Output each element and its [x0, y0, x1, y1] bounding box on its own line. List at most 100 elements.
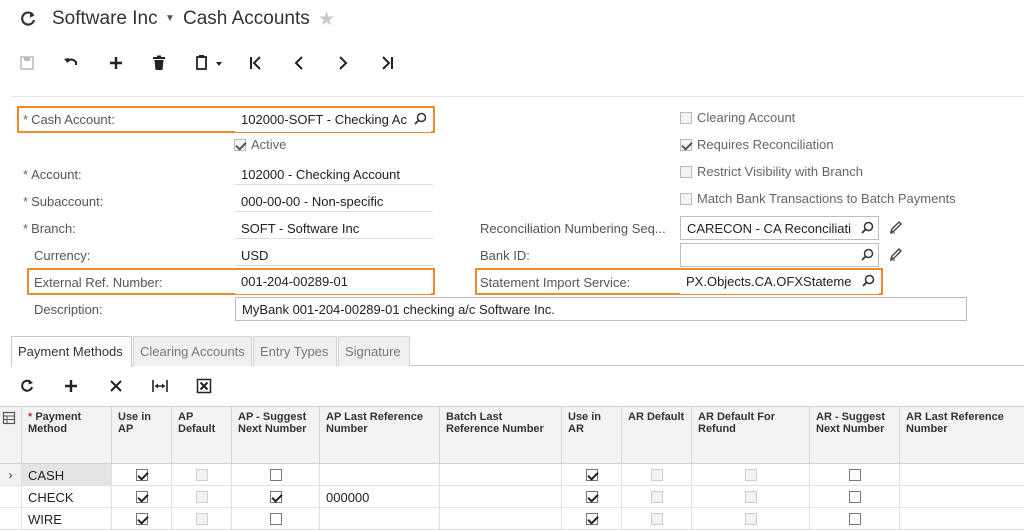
checkbox[interactable] — [848, 512, 861, 525]
bank-id-selector[interactable] — [680, 243, 879, 267]
clearing-account-checkbox[interactable]: Clearing Account — [680, 110, 795, 125]
active-check[interactable] — [234, 138, 246, 151]
tab-signature[interactable]: Signature — [338, 336, 410, 366]
header-ap-last-ref[interactable]: AP Last Reference Number — [320, 407, 440, 464]
currency-value[interactable]: USD — [235, 244, 433, 266]
cell-payment-method[interactable]: CASH — [22, 464, 112, 486]
add-row-icon[interactable] — [61, 376, 81, 396]
tab-clearing-accounts[interactable]: Clearing Accounts — [133, 336, 252, 366]
header-ap-default[interactable]: AP Default — [172, 407, 232, 464]
cell-use-in-ar[interactable] — [562, 464, 622, 486]
cell-use-in-ap[interactable] — [112, 464, 172, 486]
description-field[interactable]: MyBank 001-204-00289-01 checking a/c Sof… — [235, 297, 967, 321]
statement-import-selector[interactable]: PX.Objects.CA.OFXStateme — [680, 270, 879, 294]
cell-batch-last-ref[interactable] — [440, 486, 562, 508]
row-selector[interactable] — [0, 486, 22, 508]
previous-record-icon[interactable] — [288, 52, 310, 74]
favorite-star-icon[interactable]: ★ — [318, 8, 335, 31]
cell-batch-last-ref[interactable] — [440, 464, 562, 486]
external-ref-field[interactable]: 001-204-00289-01 — [235, 270, 431, 294]
search-icon[interactable] — [861, 221, 874, 237]
save-icon[interactable] — [16, 52, 38, 74]
cell-ap-last-ref[interactable] — [320, 464, 440, 486]
cell-batch-last-ref[interactable] — [440, 508, 562, 530]
refresh-icon[interactable] — [18, 9, 38, 29]
header-ar-default[interactable]: AR Default — [622, 407, 692, 464]
cell-ap-last-ref[interactable] — [320, 508, 440, 530]
header-ar-last-ref[interactable]: AR Last Reference Number — [900, 407, 1024, 464]
header-use-in-ar[interactable]: Use in AR — [562, 407, 622, 464]
cell-ar-suggest-next[interactable] — [810, 486, 900, 508]
checkbox[interactable] — [585, 468, 598, 481]
copy-paste-icon[interactable] — [192, 52, 226, 74]
match-bank-checkbox[interactable]: Match Bank Transactions to Batch Payment… — [680, 191, 956, 206]
checkbox[interactable] — [269, 512, 282, 525]
cell-use-in-ap[interactable] — [112, 486, 172, 508]
cell-ar-suggest-next[interactable] — [810, 464, 900, 486]
header-use-in-ap[interactable]: Use in AP — [112, 407, 172, 464]
cell-ar-suggest-next[interactable] — [810, 508, 900, 530]
tab-entry-types[interactable]: Entry Types — [253, 336, 337, 366]
subaccount-value[interactable]: 000-00-00 - Non-specific — [235, 190, 433, 212]
search-icon[interactable] — [862, 274, 875, 290]
cell-ap-suggest-next[interactable] — [232, 486, 320, 508]
header-batch-last-ref[interactable]: Batch Last Reference Number — [440, 407, 562, 464]
cell-use-in-ap[interactable] — [112, 508, 172, 530]
cell-ap-suggest-next[interactable] — [232, 464, 320, 486]
edit-pencil-icon[interactable] — [889, 247, 905, 263]
checkbox[interactable] — [848, 468, 861, 481]
column-settings[interactable] — [0, 407, 22, 464]
branch-value[interactable]: SOFT - Software Inc — [235, 217, 433, 239]
restrict-visibility-checkbox[interactable]: Restrict Visibility with Branch — [680, 164, 863, 179]
checkbox[interactable] — [135, 468, 148, 481]
cash-account-selector[interactable]: 102000-SOFT - Checking Ac — [235, 108, 431, 132]
requires-reconciliation-checkbox[interactable]: Requires Reconciliation — [680, 137, 834, 152]
checkbox[interactable] — [585, 490, 598, 503]
header-ar-default-refund[interactable]: AR Default For Refund — [692, 407, 810, 464]
checkbox[interactable] — [585, 512, 598, 525]
cell-ar-last-ref[interactable] — [900, 508, 1024, 530]
search-icon[interactable] — [414, 112, 427, 128]
header-ar-suggest-next[interactable]: AR - Suggest Next Number — [810, 407, 900, 464]
cell-ap-last-ref[interactable]: 000000 — [320, 486, 440, 508]
restrict-visibility-check[interactable] — [680, 165, 692, 178]
cell-use-in-ar[interactable] — [562, 508, 622, 530]
delete-row-icon[interactable] — [106, 376, 126, 396]
undo-icon[interactable] — [60, 52, 82, 74]
checkbox[interactable] — [848, 490, 861, 503]
add-icon[interactable] — [105, 52, 127, 74]
cell-payment-method[interactable]: CHECK — [22, 486, 112, 508]
cell-ar-last-ref[interactable] — [900, 464, 1024, 486]
cell-use-in-ar[interactable] — [562, 486, 622, 508]
tab-payment-methods[interactable]: Payment Methods — [11, 336, 132, 367]
checkbox[interactable] — [135, 490, 148, 503]
fit-columns-icon[interactable] — [150, 376, 170, 396]
next-record-icon[interactable] — [332, 52, 354, 74]
company-selector[interactable]: Software Inc — [52, 8, 158, 30]
checkbox[interactable] — [135, 512, 148, 525]
row-selector-icon[interactable]: › — [0, 464, 22, 486]
delete-icon[interactable] — [148, 52, 170, 74]
chevron-down-icon[interactable]: ▼ — [165, 13, 175, 24]
clearing-account-check[interactable] — [680, 111, 692, 124]
account-value[interactable]: 102000 - Checking Account — [235, 163, 433, 185]
cell-payment-method[interactable]: WIRE — [22, 508, 112, 530]
export-excel-icon[interactable] — [194, 376, 214, 396]
requires-reconciliation-check[interactable] — [680, 138, 692, 151]
header-ap-suggest-next[interactable]: AP - Suggest Next Number — [232, 407, 320, 464]
column-settings-icon[interactable] — [2, 411, 16, 428]
last-record-icon[interactable] — [376, 52, 398, 74]
checkbox[interactable] — [269, 468, 282, 481]
cell-ap-suggest-next[interactable] — [232, 508, 320, 530]
header-payment-method[interactable]: * Payment Method — [22, 407, 112, 464]
first-record-icon[interactable] — [245, 52, 267, 74]
match-bank-check[interactable] — [680, 192, 692, 205]
active-checkbox[interactable]: Active — [234, 137, 286, 152]
cell-ar-last-ref[interactable] — [900, 486, 1024, 508]
row-selector[interactable] — [0, 508, 22, 530]
checkbox[interactable] — [269, 490, 282, 503]
search-icon[interactable] — [861, 248, 874, 264]
edit-pencil-icon[interactable] — [889, 220, 905, 236]
refresh-icon[interactable] — [17, 376, 37, 396]
recon-seq-selector[interactable]: CARECON - CA Reconciliati — [680, 216, 879, 240]
